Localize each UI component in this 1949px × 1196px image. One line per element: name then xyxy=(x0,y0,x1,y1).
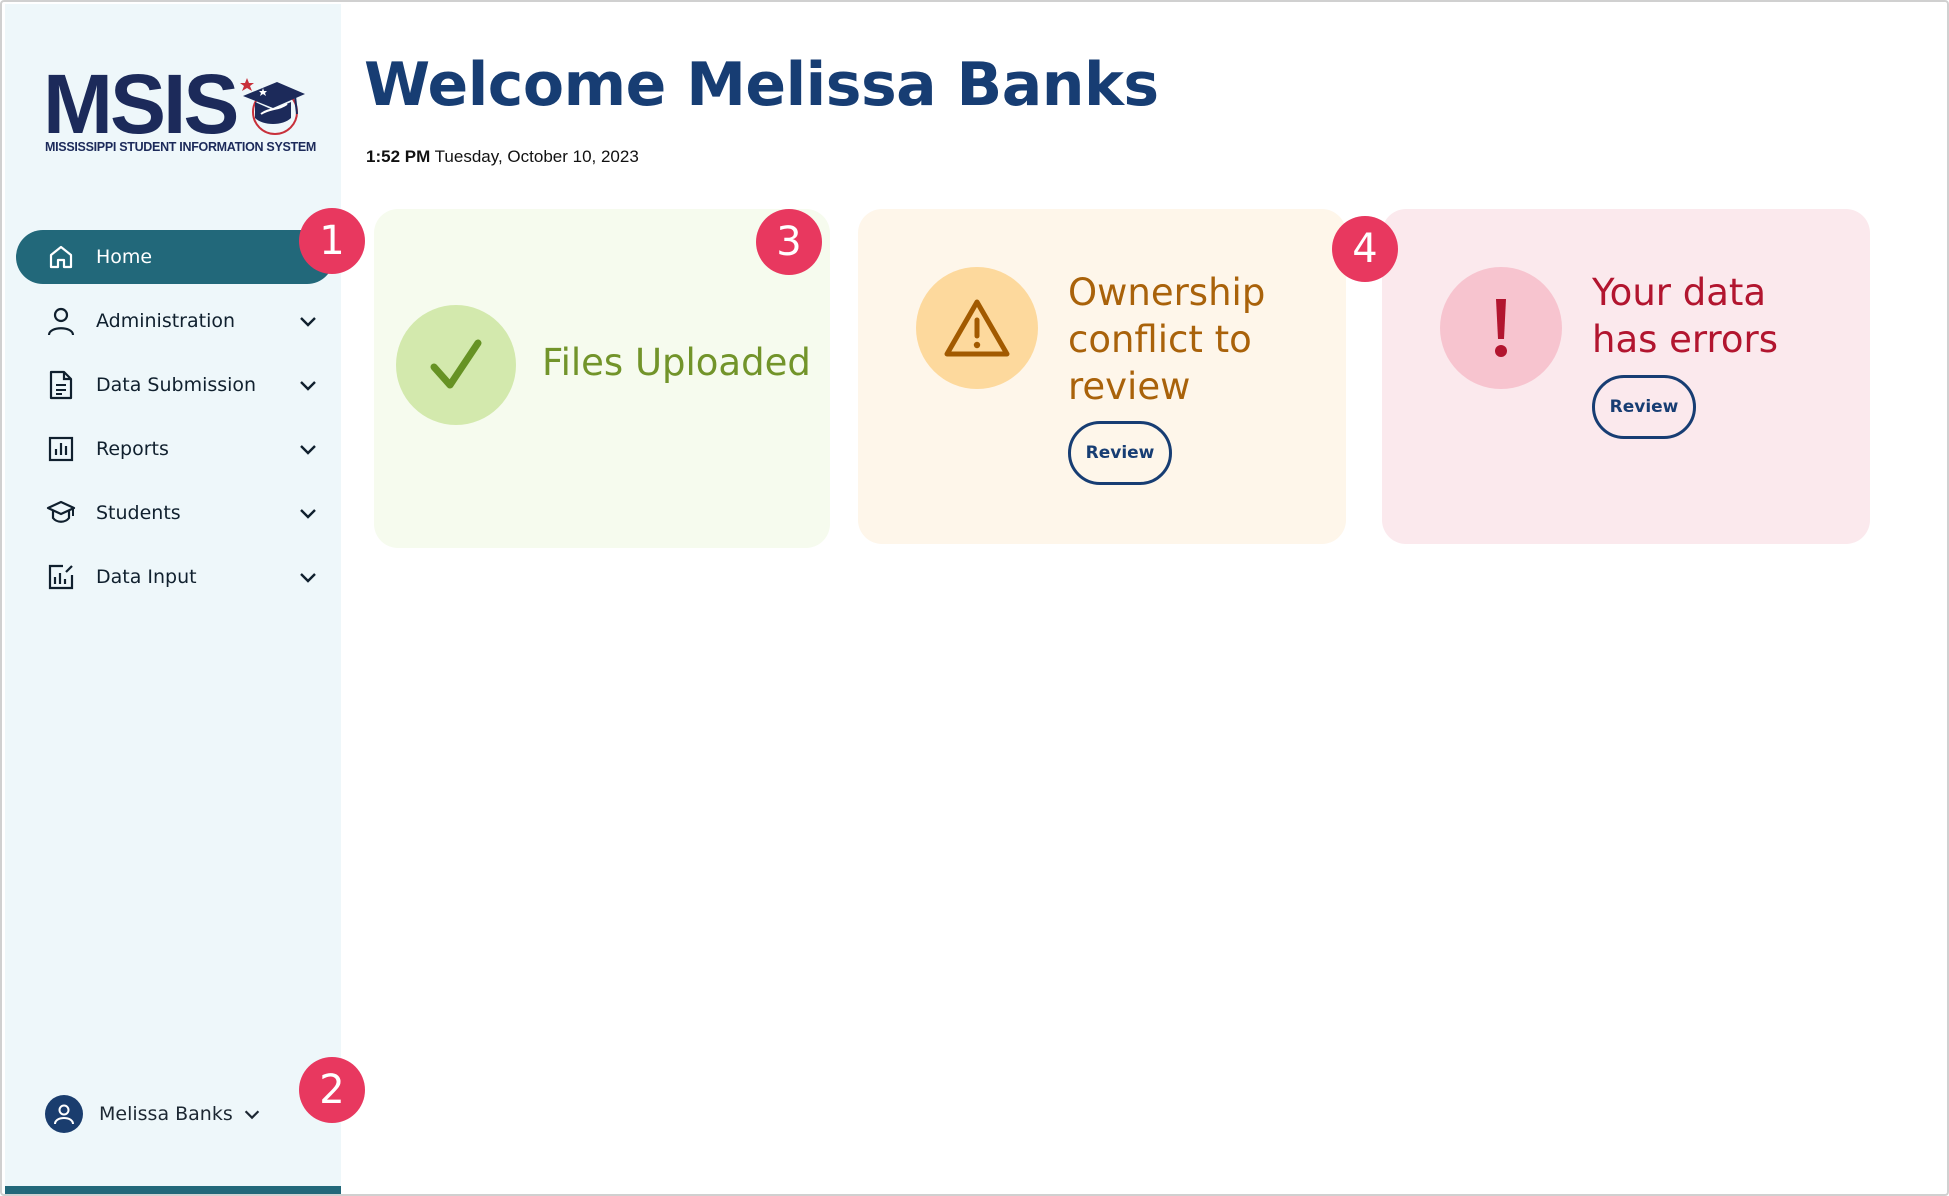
document-icon xyxy=(46,370,76,400)
sidebar-item-reports[interactable]: Reports xyxy=(16,422,334,476)
sidebar-item-home[interactable]: Home xyxy=(16,230,334,284)
current-date: Tuesday, October 10, 2023 xyxy=(434,147,639,166)
home-icon xyxy=(46,242,76,272)
chevron-down-icon[interactable] xyxy=(296,437,320,461)
files-uploaded-text: Files Uploaded xyxy=(542,341,811,384)
data-errors-text: Your data has errors xyxy=(1592,271,1779,361)
sidebar: MSIS MISSISSIPPI STUDENT INFORMATION SYS… xyxy=(5,4,341,1194)
logo-subtitle: MISSISSIPPI STUDENT INFORMATION SYSTEM xyxy=(45,140,317,154)
sidebar-item-data-input[interactable]: Data Input xyxy=(16,550,334,604)
status-circle xyxy=(396,305,516,425)
status-circle xyxy=(1440,267,1562,389)
sidebar-item-label: Home xyxy=(96,246,153,268)
ownership-conflict-card: Ownership conflict to review Review xyxy=(858,209,1346,544)
status-circle xyxy=(916,267,1038,389)
sidebar-item-students[interactable]: Students xyxy=(16,486,334,540)
logo-wordmark: MSIS xyxy=(43,57,239,151)
graduation-cap-logo-icon xyxy=(240,78,305,135)
sidebar-item-administration[interactable]: Administration xyxy=(16,294,334,348)
chevron-down-icon[interactable] xyxy=(296,373,320,397)
user-icon xyxy=(46,306,76,336)
chevron-down-icon[interactable] xyxy=(296,309,320,333)
callout-badge: 4 xyxy=(1332,216,1398,282)
user-avatar-icon xyxy=(45,1095,83,1133)
warning-triangle-icon xyxy=(944,299,1010,357)
exclamation-icon xyxy=(1495,299,1507,357)
current-time: 1:52 PM xyxy=(366,147,431,166)
msis-logo[interactable]: MSIS MISSISSIPPI STUDENT INFORMATION SYS… xyxy=(43,57,316,162)
chevron-down-icon[interactable] xyxy=(296,501,320,525)
chevron-down-icon[interactable] xyxy=(296,565,320,589)
data-errors-card: Your data has errors Review xyxy=(1382,209,1870,544)
page-title: Welcome Melissa Banks xyxy=(364,50,1159,120)
sidebar-item-data-submission[interactable]: Data Submission xyxy=(16,358,334,412)
sidebar-bottom-bar xyxy=(5,1186,341,1194)
ownership-conflict-text: Ownership conflict to review xyxy=(1068,271,1266,408)
current-datetime: 1:52 PM Tuesday, October 10, 2023 xyxy=(366,147,639,167)
chevron-down-icon[interactable] xyxy=(241,1103,263,1125)
app-window: MSIS MISSISSIPPI STUDENT INFORMATION SYS… xyxy=(0,0,1949,1196)
bar-chart-icon xyxy=(46,434,76,464)
graduation-cap-icon xyxy=(46,498,76,528)
callout-badge: 2 xyxy=(299,1057,365,1123)
callout-badge: 3 xyxy=(756,209,822,275)
checkmark-icon xyxy=(430,339,482,389)
callout-badge: 1 xyxy=(299,208,365,274)
user-menu[interactable]: Melissa Banks xyxy=(45,1094,263,1134)
sidebar-nav: Home Administration Data Submission Repo… xyxy=(16,230,334,614)
review-button[interactable]: Review xyxy=(1068,421,1172,485)
review-button[interactable]: Review xyxy=(1592,375,1696,439)
data-input-icon xyxy=(46,562,76,592)
user-name: Melissa Banks xyxy=(99,1103,233,1125)
